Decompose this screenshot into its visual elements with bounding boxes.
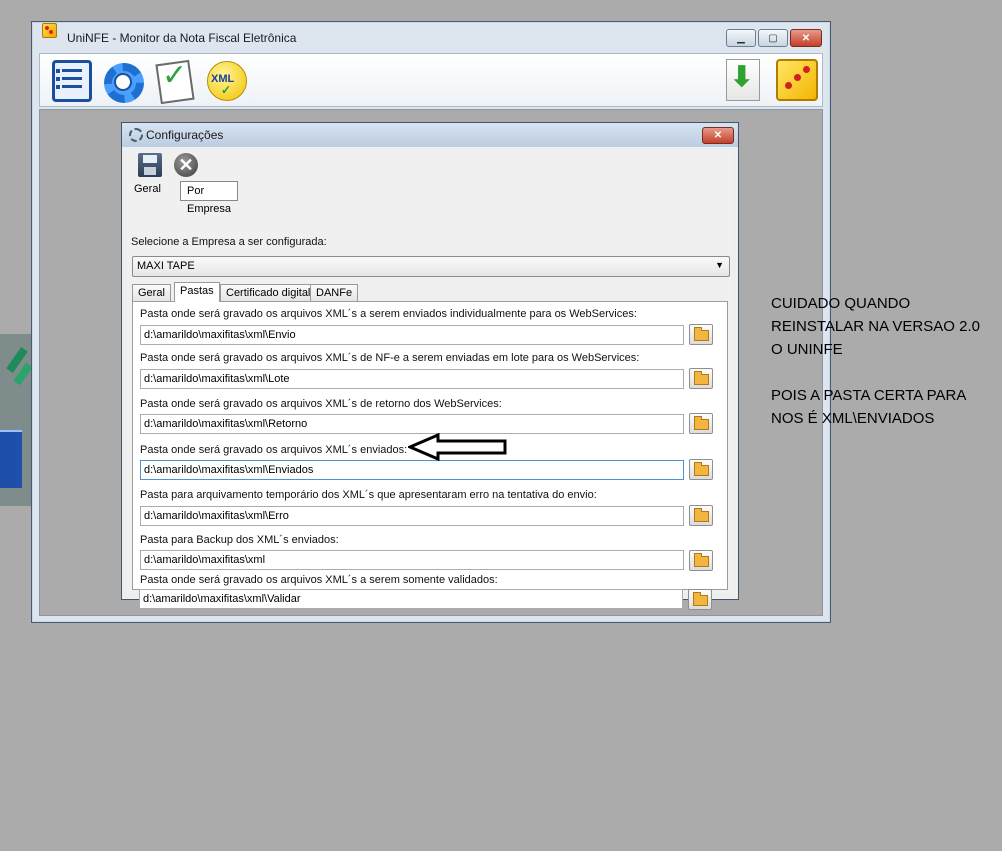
dialog-body: ✕ Geral Por Empresa Selecione a Empresa … xyxy=(126,149,732,610)
folder-icon xyxy=(694,553,709,567)
folder-input-envio[interactable] xyxy=(140,325,684,345)
browse-folder-button[interactable] xyxy=(689,368,713,389)
dialog-close-button[interactable]: ✕ xyxy=(702,127,734,144)
maximize-button[interactable]: ▢ xyxy=(758,29,788,47)
close-button[interactable]: ✕ xyxy=(790,29,822,47)
folder-icon xyxy=(694,416,709,430)
annotation-note: CUIDADO QUANDO REINSTALAR NA VERSAO 2.0 … xyxy=(771,292,980,430)
cancel-icon[interactable]: ✕ xyxy=(174,153,198,177)
config-dialog: Configurações ✕ ✕ Geral Por Empresa Sele… xyxy=(121,122,739,610)
save-icon[interactable] xyxy=(138,153,162,177)
note-line: O UNINFE xyxy=(771,341,843,358)
folder-label-validar: Pasta onde será gravado os arquivos XML´… xyxy=(140,574,498,586)
dialog-titlebar: Configurações ✕ xyxy=(122,123,738,147)
tab-geral-inner[interactable]: Geral xyxy=(132,284,171,301)
note-line: POIS A PASTA CERTA PARA xyxy=(771,387,967,404)
tab-por-empresa[interactable]: Por Empresa xyxy=(180,181,239,215)
folder-label-erro: Pasta para arquivamento temporário dos X… xyxy=(140,489,597,501)
note-line: CUIDADO QUANDO xyxy=(771,295,911,312)
note-line: REINSTALAR NA VERSAO 2.0 xyxy=(771,318,980,335)
chevron-down-icon: ▼ xyxy=(715,260,724,270)
browse-folder-button[interactable] xyxy=(689,505,713,526)
folder-label-enviados: Pasta onde será gravado os arquivos XML´… xyxy=(140,444,408,456)
tab-danfe[interactable]: DANFe xyxy=(310,284,359,301)
folder-icon xyxy=(693,592,708,606)
note-line: NOS É XML\ENVIADOS xyxy=(771,410,935,427)
minimize-button[interactable]: ▁ xyxy=(726,29,756,47)
folder-label-envio: Pasta onde será gravado os arquivos XML´… xyxy=(140,308,637,320)
folder-input-validar[interactable] xyxy=(139,589,683,609)
company-label: Selecione a Empresa a ser configurada: xyxy=(131,236,327,248)
folder-input-retorno[interactable] xyxy=(140,414,684,434)
gear-icon xyxy=(129,128,143,142)
folder-label-lote: Pasta onde será gravado os arquivos XML´… xyxy=(140,352,640,364)
folder-icon xyxy=(694,371,709,385)
company-select-value: MAXI TAPE xyxy=(137,260,195,272)
main-toolbar: ✓ XML ✓ ⬇ xyxy=(39,53,823,107)
tab-geral[interactable]: Geral xyxy=(134,183,161,195)
app-logo-icon[interactable] xyxy=(773,57,819,103)
settings-gear-icon[interactable] xyxy=(98,57,144,103)
folder-input-enviados[interactable] xyxy=(140,460,684,480)
folder-input-backup[interactable] xyxy=(140,550,684,570)
browse-folder-button[interactable] xyxy=(689,413,713,434)
tab-pastas[interactable]: Pastas xyxy=(174,282,220,302)
folder-label-backup: Pasta para Backup dos XML´s enviados: xyxy=(140,534,339,546)
browse-folder-button[interactable] xyxy=(688,589,712,610)
company-select[interactable]: MAXI TAPE ▼ xyxy=(132,256,730,277)
browse-folder-button[interactable] xyxy=(689,550,713,571)
folder-input-erro[interactable] xyxy=(140,506,684,526)
note-line xyxy=(771,361,980,384)
arrow-left-icon xyxy=(408,433,507,461)
folder-icon xyxy=(694,327,709,341)
folder-label-retorno: Pasta onde será gravado os arquivos XML´… xyxy=(140,398,502,410)
browse-folder-button[interactable] xyxy=(689,324,713,345)
desktop-shape xyxy=(0,430,22,488)
folder-icon xyxy=(694,462,709,476)
checklist-icon[interactable]: ✓ xyxy=(152,57,198,105)
window-controls: ▁ ▢ ✕ xyxy=(726,29,822,47)
app-icon xyxy=(42,23,57,38)
dialog-title: Configurações xyxy=(146,128,224,142)
tab-certificado[interactable]: Certificado digital xyxy=(220,284,317,301)
desktop-fragment xyxy=(0,334,34,506)
folder-icon xyxy=(694,508,709,522)
window-title: UniNFE - Monitor da Nota Fiscal Eletrôni… xyxy=(67,31,297,45)
folder-input-lote[interactable] xyxy=(140,369,684,389)
download-icon[interactable]: ⬇ xyxy=(720,57,766,103)
forms-icon[interactable] xyxy=(48,57,94,103)
browse-folder-button[interactable] xyxy=(689,459,713,480)
xml-icon[interactable]: XML ✓ xyxy=(204,57,250,103)
